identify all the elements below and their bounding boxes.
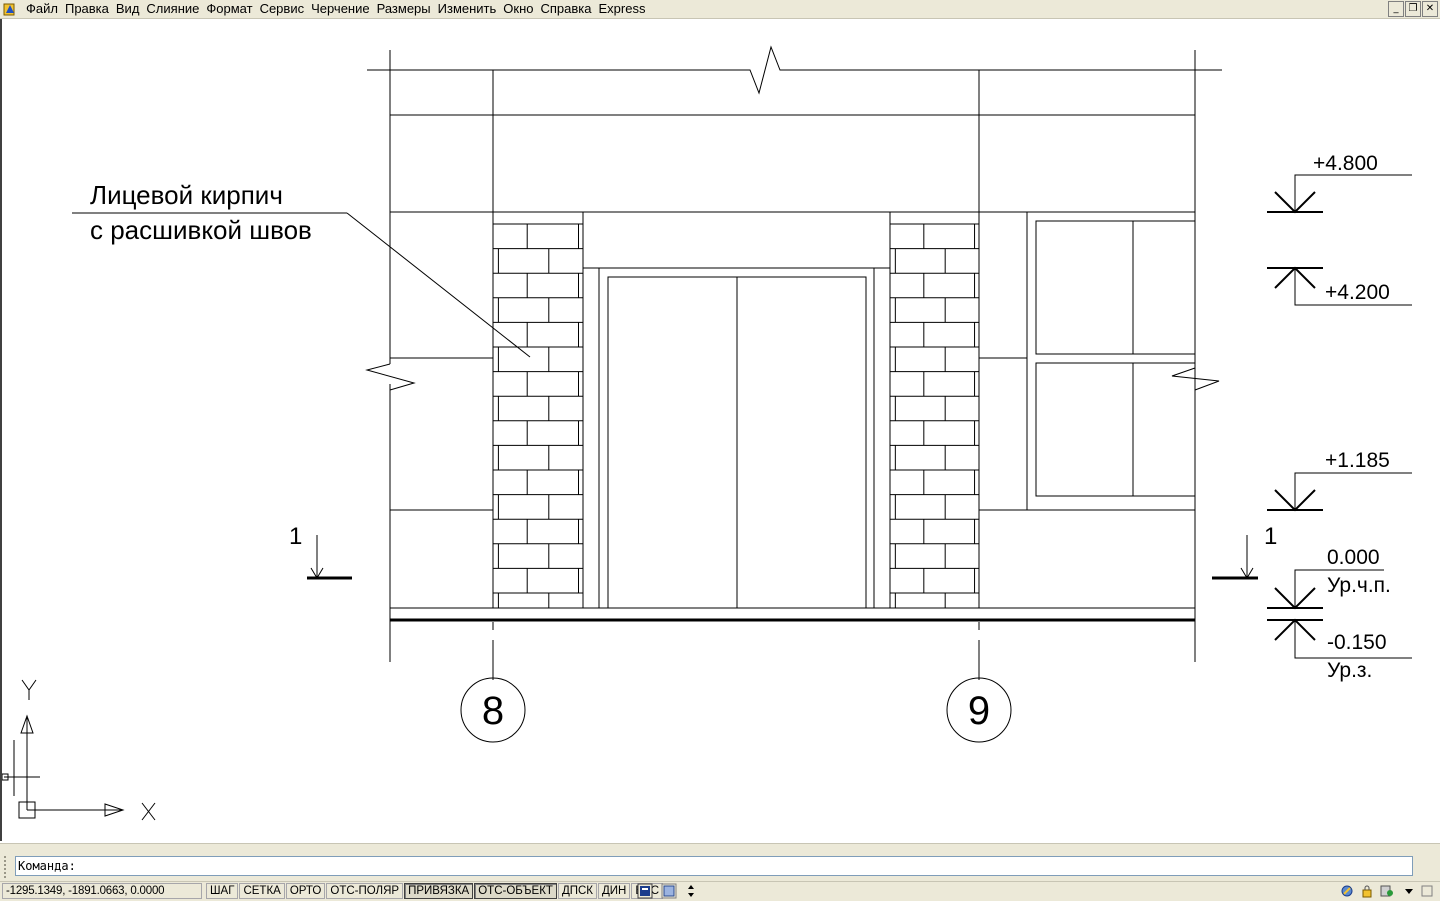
coordinates-readout[interactable]: -1295.1349, -1891.0663, 0.0000: [2, 883, 202, 899]
menu-edit[interactable]: Правка: [65, 0, 115, 18]
window-pane-top: [1035, 220, 1196, 355]
menu-items: Файл Правка Вид Слияние Формат Сервис Че…: [26, 0, 652, 18]
menu-merge[interactable]: Слияние: [146, 0, 205, 18]
command-line[interactable]: Команда:: [15, 856, 1413, 876]
brick-pilaster-left: [492, 211, 584, 609]
close-button[interactable]: ✕: [1422, 1, 1438, 17]
scroll-arrows-icon[interactable]: [683, 883, 699, 899]
section-label-left: 1: [289, 523, 302, 550]
toggle-grid[interactable]: СЕТКА: [239, 883, 285, 899]
menu-draw[interactable]: Черчение: [311, 0, 376, 18]
status-toggles: ШАГ СЕТКА ОРТО ОТС-ПОЛЯР ПРИВЯЗКА ОТС-ОБ…: [206, 883, 664, 899]
window-frame: [1026, 211, 1196, 511]
top-break-line: [367, 45, 1222, 95]
minimize-button[interactable]: _: [1388, 1, 1404, 17]
layout-icon[interactable]: [661, 883, 677, 899]
window-pane-bottom: [1035, 362, 1196, 497]
menu-view[interactable]: Вид: [116, 0, 146, 18]
app-icon[interactable]: [3, 2, 17, 16]
restore-button[interactable]: ❐: [1405, 1, 1421, 17]
toggle-ortho[interactable]: ОРТО: [285, 883, 326, 899]
drawing-canvas[interactable]: Лицевой кирпич с расшивкой швов 8 9 1 1 …: [0, 19, 1440, 841]
status-bar: -1295.1349, -1891.0663, 0.0000 ШАГ СЕТКА…: [0, 881, 1440, 901]
command-area: Команда:: [0, 843, 1440, 882]
menu-file[interactable]: Файл: [26, 0, 64, 18]
section-label-right: 1: [1264, 523, 1277, 550]
lock-icon[interactable]: [1360, 884, 1374, 898]
menu-tools[interactable]: Сервис: [260, 0, 311, 18]
brick-pilaster-right: [889, 211, 980, 609]
toggle-dyn[interactable]: ДИН: [598, 883, 631, 899]
menu-window[interactable]: Окно: [503, 0, 539, 18]
menu-express[interactable]: Express: [599, 0, 652, 18]
status-menu-arrow-icon[interactable]: [1402, 884, 1416, 898]
toggle-otrack[interactable]: ОТС-ОБЪЕКТ: [474, 883, 557, 899]
comm-center-icon[interactable]: [1340, 884, 1354, 898]
note-line-2: с расшивкой швов: [90, 215, 312, 245]
ucs-y-glyph: [21, 679, 37, 691]
menu-modify[interactable]: Изменить: [438, 0, 503, 18]
command-grip[interactable]: [4, 856, 12, 878]
level-sub-0000: Ур.ч.п.: [1327, 574, 1391, 597]
clean-screen-icon[interactable]: [1420, 884, 1434, 898]
model-space-icon[interactable]: [637, 883, 653, 899]
tray-status-icon[interactable]: [1380, 884, 1394, 898]
level-value-0150: -0.150: [1327, 631, 1387, 654]
level-value-4800: +4.800: [1313, 152, 1378, 175]
menu-bar: Файл Правка Вид Слияние Формат Сервис Че…: [0, 0, 1440, 19]
leader-line: [346, 212, 531, 358]
toggle-ducs[interactable]: ДПСК: [557, 883, 597, 899]
note-line-1: Лицевой кирпич: [90, 180, 283, 210]
level-value-0000: 0.000: [1327, 546, 1380, 569]
brick-courses: [493, 223, 979, 608]
drawing-svg: Лицевой кирпич с расшивкой швов 8 9 1 1 …: [2, 45, 1412, 821]
toggle-osnap[interactable]: ПРИВЯЗКА: [404, 883, 474, 899]
level-value-4200: +4.200: [1325, 281, 1390, 304]
window-controls: _ ❐ ✕: [1388, 1, 1438, 17]
command-prompt: Команда:: [18, 859, 76, 873]
level-value-1185: +1.185: [1325, 449, 1390, 472]
menu-help[interactable]: Справка: [541, 0, 598, 18]
command-scrollbar[interactable]: [1418, 856, 1438, 876]
level-sub-0150: Ур.з.: [1327, 659, 1372, 682]
toggle-snap[interactable]: ШАГ: [206, 883, 239, 899]
menu-dimension[interactable]: Размеры: [377, 0, 437, 18]
axis-label-8: 8: [482, 689, 504, 733]
axis-label-9: 9: [968, 689, 990, 733]
toggle-polar[interactable]: ОТС-ПОЛЯР: [326, 883, 404, 899]
menu-format[interactable]: Формат: [206, 0, 258, 18]
